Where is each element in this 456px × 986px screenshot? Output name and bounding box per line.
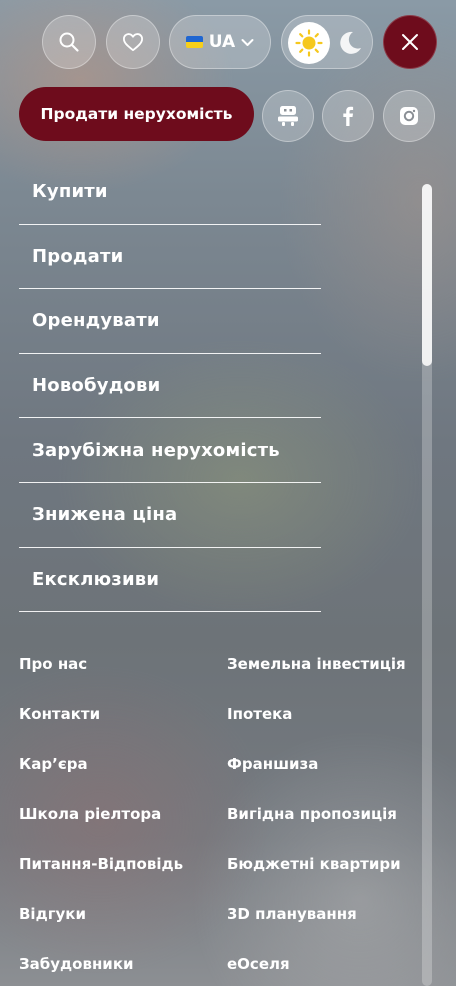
- instagram-icon: [400, 107, 418, 125]
- secondary-menu-right-column: Земельна інвестиція Іпотека Франшиза Виг…: [227, 639, 406, 986]
- main-menu-item-rent[interactable]: Орендувати: [19, 289, 321, 354]
- moon-icon: [340, 31, 361, 54]
- main-menu-item-buy[interactable]: Купити: [19, 160, 321, 225]
- heart-icon: [123, 33, 143, 52]
- secondary-link[interactable]: Контакти: [19, 689, 183, 739]
- secondary-link[interactable]: Про нас: [19, 639, 183, 689]
- secondary-menu-left-column: Про нас Контакти Кар’єра Школа ріелтора …: [19, 639, 183, 986]
- language-label: UA: [208, 32, 236, 52]
- secondary-link[interactable]: еОселя: [227, 939, 406, 986]
- main-menu-item-foreign-property[interactable]: Зарубіжна нерухомість: [19, 418, 321, 483]
- secondary-link[interactable]: Земельна інвестиція: [227, 639, 406, 689]
- secondary-link[interactable]: Бюджетні квартири: [227, 839, 406, 889]
- secondary-link[interactable]: Кар’єра: [19, 739, 183, 789]
- sell-property-button[interactable]: Продати нерухомість: [19, 87, 254, 141]
- action-row: Продати нерухомість: [0, 87, 456, 142]
- main-menu-item-new-buildings[interactable]: Новобудови: [19, 354, 321, 419]
- main-menu: Купити Продати Орендувати Новобудови Зар…: [19, 160, 321, 613]
- language-selector[interactable]: UA: [169, 15, 271, 69]
- search-button[interactable]: [42, 15, 96, 69]
- facebook-button[interactable]: [322, 90, 374, 142]
- scrollbar-thumb[interactable]: [422, 184, 432, 366]
- theme-toggle[interactable]: [281, 15, 373, 69]
- sun-icon: [295, 29, 323, 57]
- ukraine-flag-icon: [185, 36, 203, 48]
- close-icon: [402, 34, 418, 50]
- search-icon: [59, 32, 79, 52]
- main-menu-item-reduced-price[interactable]: Знижена ціна: [19, 483, 321, 548]
- facebook-icon: [343, 106, 354, 126]
- theme-light-knob: [288, 22, 330, 64]
- secondary-link[interactable]: Забудовники: [19, 939, 183, 986]
- bot-button[interactable]: [262, 90, 314, 142]
- secondary-link[interactable]: Школа ріелтора: [19, 789, 183, 839]
- top-toolbar: UA: [0, 15, 456, 69]
- secondary-link[interactable]: Франшиза: [227, 739, 406, 789]
- secondary-link[interactable]: 3D планування: [227, 889, 406, 939]
- secondary-link[interactable]: Вигідна пропозиція: [227, 789, 406, 839]
- robot-icon: [278, 106, 298, 126]
- close-menu-button[interactable]: [383, 15, 437, 69]
- main-menu-item-sell[interactable]: Продати: [19, 225, 321, 290]
- main-menu-item-exclusives[interactable]: Ексклюзиви: [19, 548, 321, 613]
- chevron-down-icon: [241, 38, 254, 46]
- secondary-link[interactable]: Питання-Відповідь: [19, 839, 183, 889]
- secondary-link[interactable]: Іпотека: [227, 689, 406, 739]
- favorites-button[interactable]: [106, 15, 160, 69]
- instagram-button[interactable]: [383, 90, 435, 142]
- secondary-link[interactable]: Відгуки: [19, 889, 183, 939]
